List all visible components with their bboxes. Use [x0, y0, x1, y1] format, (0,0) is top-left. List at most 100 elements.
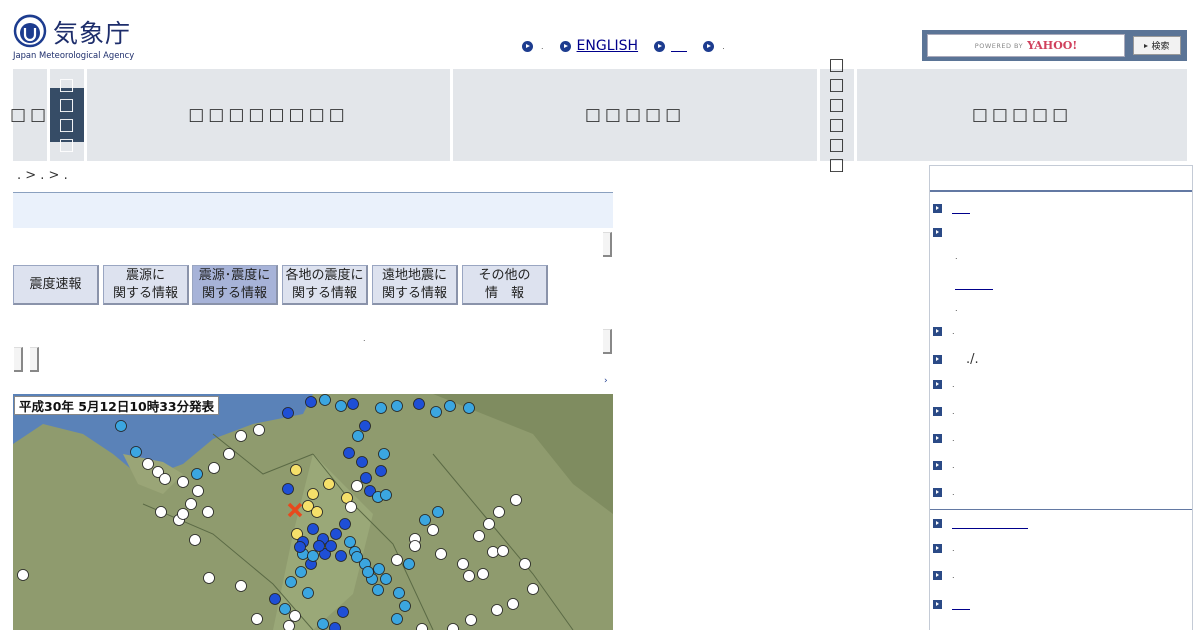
sidebar-item-5[interactable]: .: [955, 304, 958, 313]
intensity-dot-81: [519, 558, 531, 570]
intensity-dot-32: [311, 506, 323, 518]
tab-distant-earthquake-info[interactable]: 遠地地震に 関する情報: [372, 265, 458, 305]
breadcrumb[interactable]: . > . > .: [17, 168, 68, 183]
sidebar-item-2[interactable]: [933, 228, 952, 237]
intensity-dot-42: [380, 489, 392, 501]
intensity-dot-4: [347, 398, 359, 410]
sidebar-item-10[interactable]: .: [933, 434, 955, 443]
nav-item-3[interactable]: □□□□□□□□: [87, 69, 450, 161]
jma-logo[interactable]: 気象庁 Japan Meteorological Agency: [13, 12, 138, 62]
intensity-dot-91: [235, 580, 247, 592]
nav-item-5[interactable]: □□□□□□: [820, 55, 854, 175]
top-link-4[interactable]: .: [703, 40, 725, 52]
sidebar-item-1[interactable]: [933, 202, 970, 214]
circle-arrow-icon: [522, 40, 533, 52]
top-link-1[interactable]: .: [522, 40, 544, 52]
sidebar-item-16[interactable]: [933, 598, 970, 610]
intensity-dot-28: [307, 488, 319, 500]
intensity-dot-14: [130, 446, 142, 458]
sidebar-item-6[interactable]: .: [933, 327, 955, 336]
intensity-dot-56: [329, 622, 341, 630]
intensity-dot-92: [251, 613, 263, 625]
bullet-arrow-icon: [933, 327, 942, 336]
sidebar-item-4[interactable]: [955, 278, 993, 290]
intensity-dot-2: [319, 394, 331, 406]
nav-item-1[interactable]: □□: [10, 69, 47, 161]
bullet-arrow-icon: [933, 571, 942, 580]
intensity-dot-80: [510, 494, 522, 506]
tab-intensity-flash[interactable]: 震度速報: [13, 265, 99, 305]
intensity-dot-52: [269, 593, 281, 605]
search-button-label: 検索: [1151, 42, 1170, 52]
top-link-4-text: .: [722, 41, 725, 51]
intensity-dot-65: [399, 600, 411, 612]
arrow-right-icon[interactable]: ›: [604, 376, 608, 386]
sidebar-item-15[interactable]: .: [933, 571, 955, 580]
intensity-dot-51: [285, 576, 297, 588]
intensity-dot-15: [142, 458, 154, 470]
sidebar-divider: [930, 509, 1192, 510]
intensity-dot-83: [507, 598, 519, 610]
intensity-dot-73: [463, 570, 475, 582]
sidebar-item-14[interactable]: .: [933, 544, 955, 553]
bullet-arrow-icon: [933, 518, 942, 528]
intensity-dot-85: [465, 614, 477, 626]
intensity-dot-44: [351, 480, 363, 492]
intensity-dot-24: [235, 430, 247, 442]
intensity-dot-64: [391, 613, 403, 625]
sidebar-item-7[interactable]: ./.: [933, 352, 979, 367]
intensity-dot-50: [302, 587, 314, 599]
tab-other-info[interactable]: その他の情 報: [462, 265, 548, 305]
intensity-dot-45: [339, 518, 351, 530]
intensity-dot-0: [282, 407, 294, 419]
next-button[interactable]: [30, 347, 39, 372]
intensity-dot-70: [432, 506, 444, 518]
intensity-dot-18: [177, 476, 189, 488]
sidebar-item-8[interactable]: .: [933, 380, 955, 389]
tab-hypocenter-intensity-info[interactable]: 震源･震度に 関する情報: [192, 265, 278, 305]
sidebar-item-11[interactable]: .: [933, 461, 955, 470]
top-link-english[interactable]: ENGLISH: [559, 38, 639, 54]
intensity-dot-53: [279, 603, 291, 615]
print-button[interactable]: [603, 232, 612, 257]
site-search: POWERED BY YAHOO! 検索: [922, 30, 1187, 61]
intensity-dot-25: [253, 424, 265, 436]
sidebar-item-12[interactable]: .: [933, 488, 955, 497]
nav-item-2[interactable]: □□□□: [50, 69, 84, 161]
nav-item-4[interactable]: □□□□□: [453, 69, 817, 161]
intensity-dot-39: [378, 448, 390, 460]
bullet-arrow-icon: [933, 228, 942, 237]
english-link[interactable]: ENGLISH: [577, 38, 639, 54]
circle-arrow-icon: [654, 40, 666, 52]
intensity-dot-62: [380, 573, 392, 585]
separator-dot: .: [363, 334, 366, 343]
sidebar-item-9[interactable]: .: [933, 407, 955, 416]
sidebar-item-13[interactable]: [933, 517, 1028, 529]
right-sidebar: . . . ./. . . . . . . .: [929, 165, 1193, 630]
intensity-dot-20: [185, 498, 197, 510]
intensity-dot-76: [473, 530, 485, 542]
intensity-dot-17: [159, 473, 171, 485]
intensity-dot-55: [317, 618, 329, 630]
prev-button[interactable]: [14, 347, 23, 372]
top-link-3[interactable]: [654, 40, 688, 52]
search-button[interactable]: 検索: [1133, 36, 1181, 55]
option-button[interactable]: [603, 329, 612, 354]
search-input[interactable]: POWERED BY YAHOO!: [927, 34, 1125, 57]
bullet-arrow-icon: [933, 544, 942, 553]
intensity-dot-5: [359, 420, 371, 432]
bullet-arrow-icon: [933, 203, 942, 213]
tab-regional-intensity-info[interactable]: 各地の震度に 関する情報: [282, 265, 368, 305]
tab-hypocenter-info[interactable]: 震源に 関する情報: [103, 265, 189, 305]
intensity-dot-26: [191, 468, 203, 480]
sidebar-item-3[interactable]: .: [955, 252, 958, 261]
top-link-3-text[interactable]: [671, 40, 688, 52]
page-title-bar: [13, 192, 613, 228]
intensity-dot-29: [323, 478, 335, 490]
intensity-dot-6: [352, 430, 364, 442]
nav-item-6[interactable]: □□□□□: [857, 69, 1187, 161]
intensity-dot-78: [493, 506, 505, 518]
map-issued-time: 平成30年 5月12日10時33分発表: [14, 396, 220, 415]
intensity-dot-7: [375, 402, 387, 414]
intensity-dot-12: [463, 402, 475, 414]
